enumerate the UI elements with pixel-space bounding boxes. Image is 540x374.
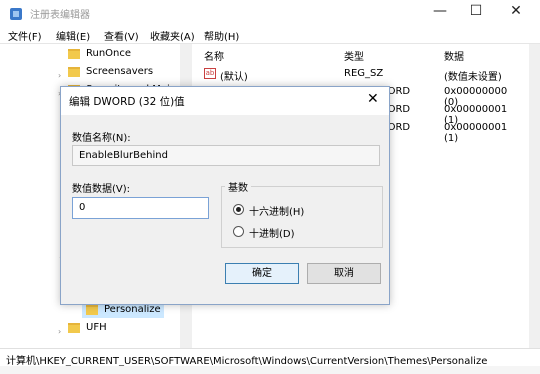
menu-view[interactable]: 查看(V) xyxy=(104,28,139,43)
tree-item-runonce[interactable]: RunOnce xyxy=(56,46,180,62)
status-bar-path: 计算机\HKEY_CURRENT_USER\SOFTWARE\Microsoft… xyxy=(0,348,540,367)
dialog-title: 编辑 DWORD (32 位)值 xyxy=(69,96,185,108)
list-scrollbar[interactable] xyxy=(529,44,540,348)
folder-icon xyxy=(68,49,80,59)
menu-edit[interactable]: 编辑(E) xyxy=(56,28,90,43)
close-icon[interactable]: ✕ xyxy=(367,91,379,107)
value-name-field: EnableBlurBehind xyxy=(72,145,380,166)
cancel-button[interactable]: 取消 xyxy=(307,263,381,284)
folder-icon xyxy=(68,67,80,77)
bottom-strip xyxy=(0,366,540,374)
list-row[interactable]: ab (默认) REG_SZ (数值未设置) xyxy=(204,68,524,83)
minimize-icon[interactable]: — xyxy=(422,0,458,26)
menu-bar: 文件(F) 编辑(E) 查看(V) 收藏夹(A) 帮助(H) xyxy=(0,26,540,44)
column-header-data[interactable]: 数据 xyxy=(444,48,464,63)
value-data-input[interactable]: 0 xyxy=(72,197,209,219)
maximize-icon[interactable]: ☐ xyxy=(458,0,494,26)
menu-favorites[interactable]: 收藏夹(A) xyxy=(150,28,195,43)
registry-app-icon xyxy=(10,8,22,20)
close-icon[interactable]: ✕ xyxy=(498,0,534,26)
dialog-title-bar: 编辑 DWORD (32 位)值 ✕ xyxy=(61,87,389,115)
tree-item-ufh[interactable]: › UFH xyxy=(56,320,180,336)
menu-help[interactable]: 帮助(H) xyxy=(204,28,239,43)
dec-radio[interactable] xyxy=(233,226,244,237)
value-data-label: 数值数据(V): xyxy=(72,184,131,195)
menu-file[interactable]: 文件(F) xyxy=(8,28,42,43)
column-header-type[interactable]: 类型 xyxy=(344,48,364,63)
window-title: 注册表编辑器 xyxy=(30,10,90,21)
chevron-right-icon[interactable]: › xyxy=(58,324,61,340)
dec-radio-label[interactable]: 十进制(D) xyxy=(249,225,295,240)
edit-dword-dialog: 编辑 DWORD (32 位)值 ✕ 数值名称(N): EnableBlurBe… xyxy=(60,86,390,305)
folder-icon xyxy=(86,305,98,315)
registry-editor-window: 注册表编辑器 — ☐ ✕ 文件(F) 编辑(E) 查看(V) 收藏夹(A) 帮助… xyxy=(0,0,540,374)
folder-icon xyxy=(68,323,80,333)
string-value-icon: ab xyxy=(204,68,216,79)
hex-radio[interactable] xyxy=(233,204,244,215)
tree-item-screensavers[interactable]: › Screensavers xyxy=(56,64,180,80)
title-bar: 注册表编辑器 — ☐ ✕ xyxy=(0,0,540,26)
value-name-label: 数值名称(N): xyxy=(72,133,131,144)
ok-button[interactable]: 确定 xyxy=(225,263,299,284)
column-header-name[interactable]: 名称 xyxy=(204,48,224,63)
hex-radio-label[interactable]: 十六进制(H) xyxy=(249,203,304,218)
base-group-label: 基数 xyxy=(225,179,251,194)
